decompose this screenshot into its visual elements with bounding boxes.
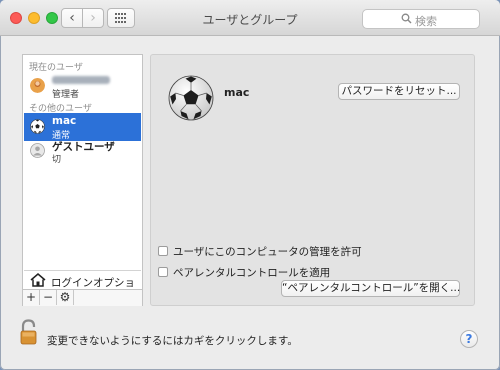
reset-password-button[interactable]: パスワードをリセット... — [338, 83, 460, 100]
user-name-redacted — [52, 76, 110, 84]
soccer-ball-icon[interactable] — [168, 75, 214, 121]
title-bar: ‹ › ユーザとグループ 検索 — [0, 0, 500, 36]
sidebar-toolbar: + − ⚙ — [23, 289, 142, 306]
user-name: mac — [52, 115, 77, 127]
parental-controls-label: ペアレンタルコントロールを適用 — [173, 267, 331, 279]
search-field[interactable]: 検索 — [362, 9, 480, 29]
soccer-ball-icon — [30, 119, 45, 134]
search-placeholder: 検索 — [415, 15, 437, 28]
user-detail-panel: mac パスワードをリセット... ユーザにこのコンピュータの管理を許可 ペアレ… — [150, 54, 475, 306]
user-avatar-icon — [30, 78, 45, 93]
house-icon — [30, 273, 46, 287]
users-groups-window: ‹ › ユーザとグループ 検索 現在のユーザ 管理者 その他のユーザ mac 通… — [0, 0, 500, 370]
user-name: ゲストユーザ — [52, 141, 115, 153]
allow-admin-label: ユーザにこのコンピュータの管理を許可 — [173, 246, 362, 258]
open-parental-controls-button[interactable]: “ペアレンタルコントロール”を開く... — [281, 280, 460, 297]
help-button[interactable]: ? — [460, 330, 478, 348]
user-row-current[interactable]: 管理者 — [24, 72, 141, 100]
login-options-item[interactable]: ログインオプション — [24, 270, 141, 304]
detail-user-name: mac — [224, 86, 250, 99]
checkbox-box[interactable] — [158, 246, 168, 256]
user-row-guest[interactable]: ゲストユーザ 切 — [24, 137, 141, 165]
user-role: 管理者 — [52, 90, 80, 100]
guest-user-icon — [30, 143, 45, 158]
remove-user-button[interactable]: − — [40, 290, 57, 305]
checkbox-box[interactable] — [158, 267, 168, 277]
add-user-button[interactable]: + — [23, 290, 40, 305]
lock-icon[interactable] — [20, 319, 38, 345]
gear-icon[interactable]: ⚙ — [57, 290, 74, 305]
search-icon — [401, 13, 412, 24]
user-role: 切 — [52, 155, 62, 165]
user-list-sidebar: 現在のユーザ 管理者 その他のユーザ mac 通常 ゲストユーザ 切 ログインオ… — [22, 54, 143, 306]
lock-message: 変更できないようにするにはカギをクリックします。 — [47, 335, 298, 347]
